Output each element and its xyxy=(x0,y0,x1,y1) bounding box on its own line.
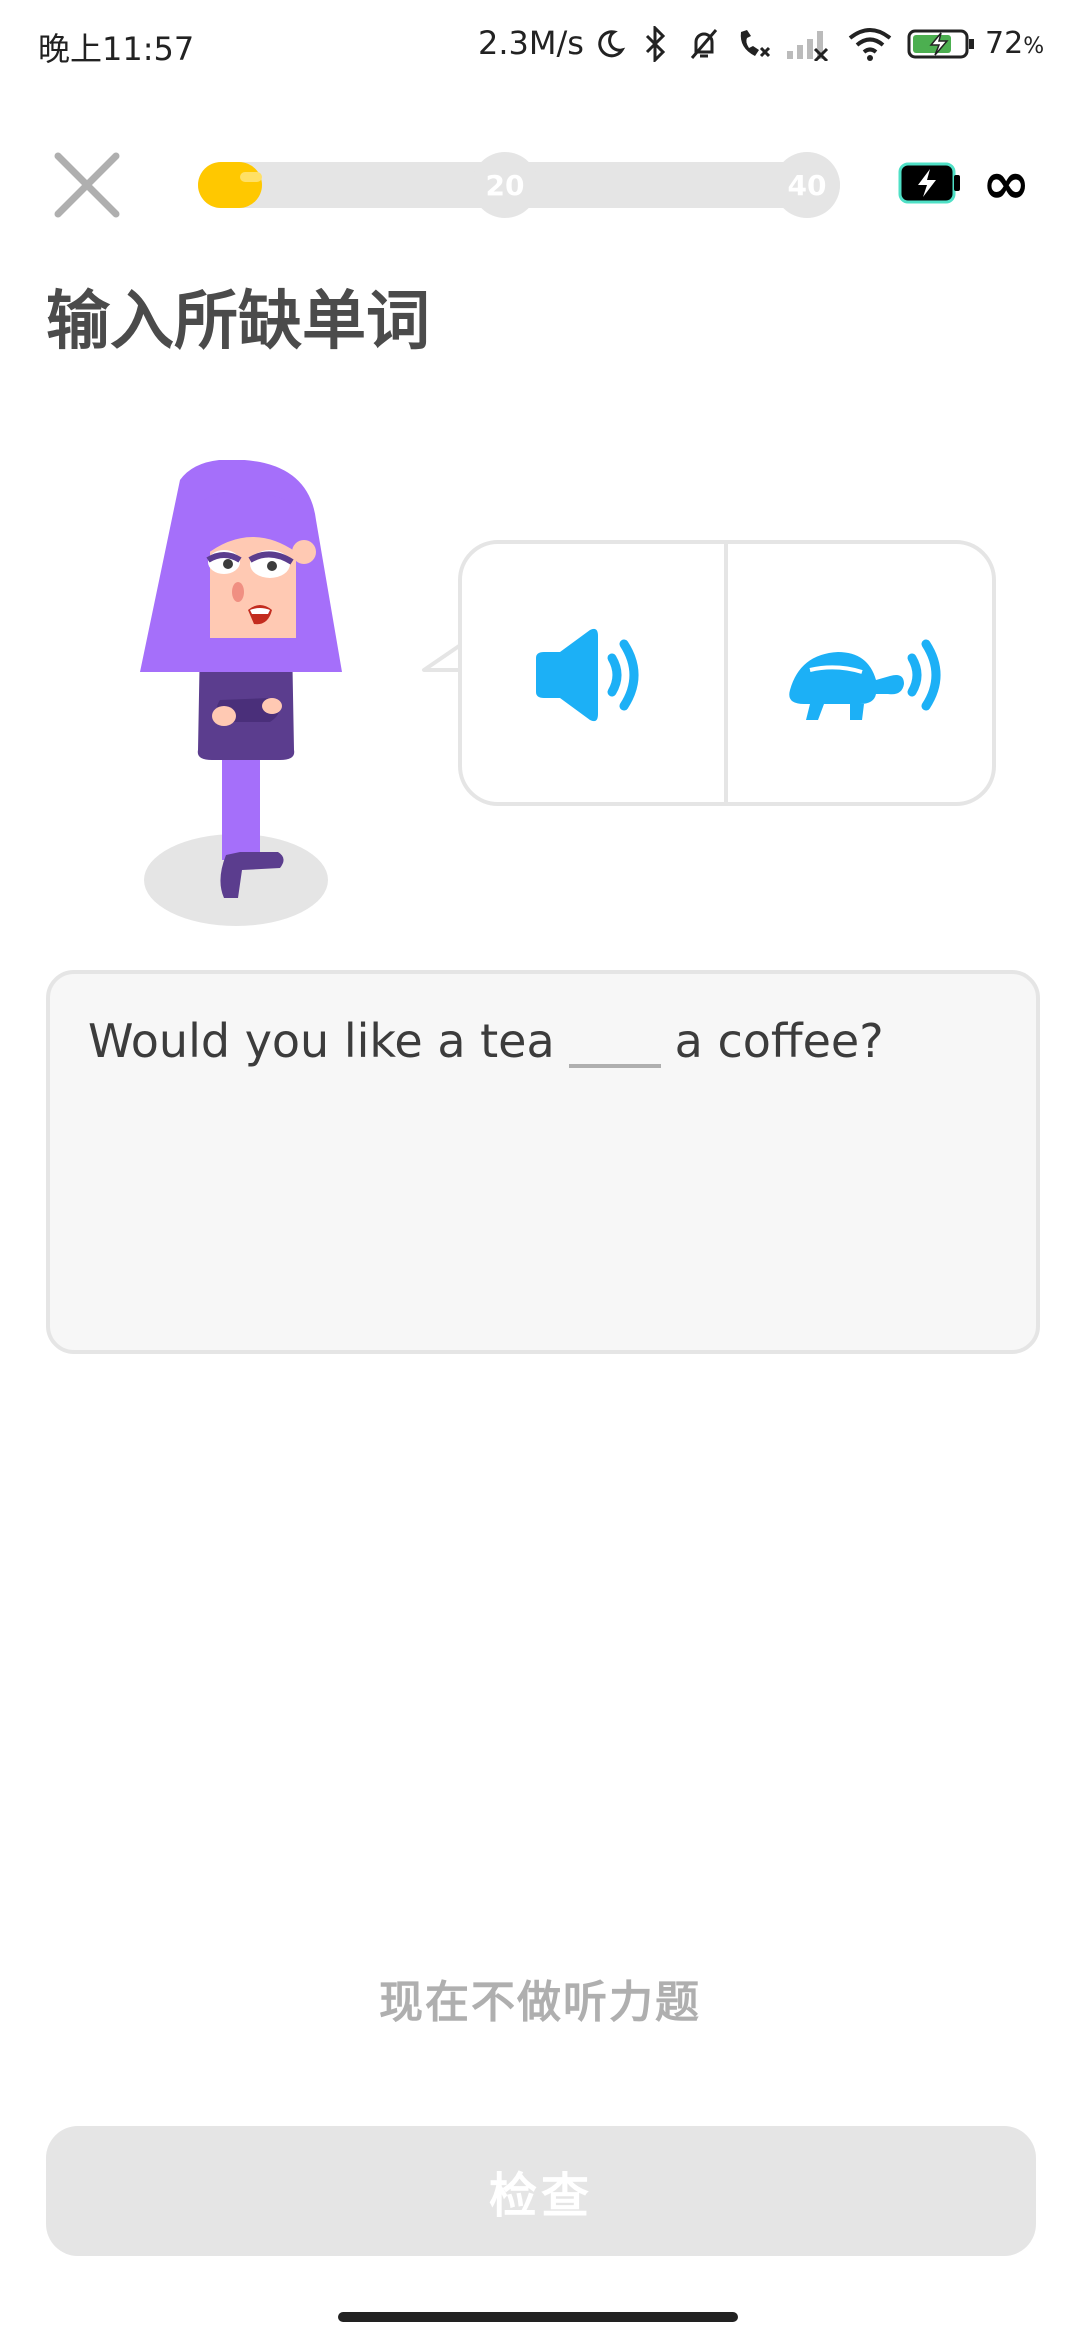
milestone-40: 40 xyxy=(774,152,840,218)
sentence: Would you like a tea a coffee? xyxy=(88,1012,884,1068)
infinite-hearts-indicator: ∞ xyxy=(982,149,1031,217)
call-icon xyxy=(734,22,774,66)
page-title: 输入所缺单词 xyxy=(46,285,430,359)
battery-percent: 72% xyxy=(985,26,1045,61)
bluetooth-icon xyxy=(640,22,670,66)
speaker-icon xyxy=(536,628,639,722)
character-lily xyxy=(120,459,360,940)
missing-word-input[interactable] xyxy=(568,1012,661,1068)
close-icon xyxy=(54,152,120,218)
progress-fill xyxy=(198,162,262,208)
status-time: 晚上11:57 xyxy=(38,30,195,68)
signal-icon xyxy=(784,22,832,66)
bubble-divider xyxy=(724,544,728,802)
moon-icon xyxy=(592,22,628,66)
home-indicator[interactable] xyxy=(338,2312,738,2322)
close-button[interactable] xyxy=(52,150,122,220)
status-bar: 晚上11:57 2.3M/s 72% xyxy=(0,0,1080,90)
sentence-before: Would you like a tea xyxy=(88,1014,555,1068)
sentence-after: a coffee? xyxy=(674,1014,884,1068)
energy-icon[interactable] xyxy=(898,160,960,206)
network-speed: 2.3M/s xyxy=(478,24,584,62)
bell-muted-icon xyxy=(684,22,724,66)
play-audio-button[interactable] xyxy=(520,610,650,740)
milestone-20: 20 xyxy=(472,152,538,218)
check-button[interactable]: 检查 xyxy=(46,2126,1036,2256)
battery-charging-icon xyxy=(906,22,978,66)
wifi-icon xyxy=(846,22,894,66)
play-slow-audio-button[interactable] xyxy=(780,610,950,740)
turtle-icon xyxy=(789,639,941,720)
skip-listening-button[interactable]: 现在不做听力题 xyxy=(0,1966,1080,2030)
progress-shine xyxy=(240,172,262,182)
